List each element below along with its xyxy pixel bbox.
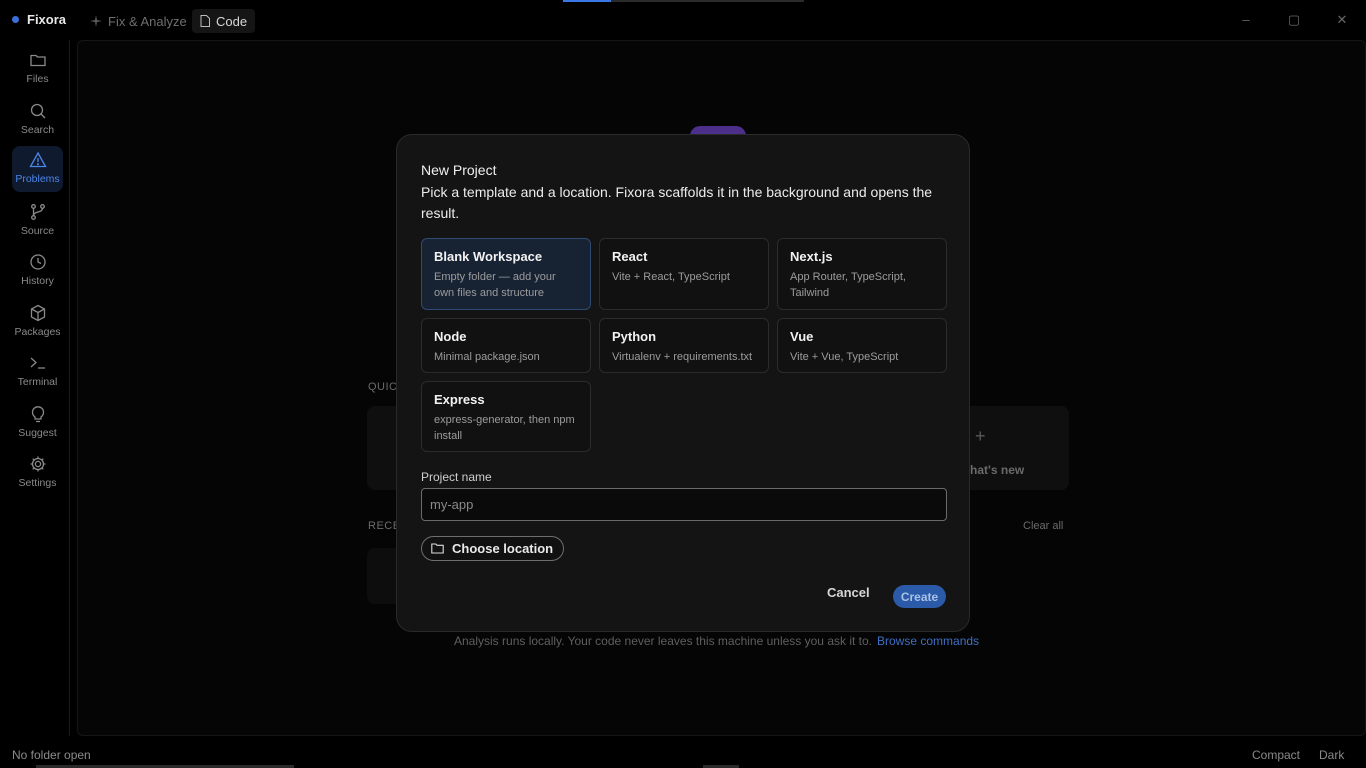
project-name-input[interactable] — [421, 488, 947, 521]
sidebar-item-label: History — [21, 275, 54, 287]
sidebar-item-files[interactable]: Files — [12, 46, 63, 92]
file-icon — [200, 15, 210, 27]
minimize-button[interactable]: – — [1236, 10, 1256, 30]
maximize-button[interactable]: ▢ — [1284, 10, 1304, 30]
sidebar-item-label: Terminal — [17, 376, 58, 388]
template-blank-workspace[interactable]: Blank Workspace Empty folder — add your … — [421, 238, 591, 310]
sidebar-item-label: Source — [20, 225, 55, 237]
template-python[interactable]: Python Virtualenv + requirements.txt — [599, 318, 769, 373]
sidebar-item-source[interactable]: Source — [12, 198, 63, 244]
create-button[interactable]: Create — [893, 585, 946, 608]
compact-toggle[interactable]: Compact — [1252, 748, 1300, 762]
template-node[interactable]: Node Minimal package.json — [421, 318, 591, 373]
template-desc: Virtualenv + requirements.txt — [612, 351, 753, 363]
sidebar-item-history[interactable]: History — [12, 248, 63, 294]
template-desc: Minimal package.json — [434, 351, 540, 363]
template-express[interactable]: Express express-generator, then npm inst… — [421, 381, 591, 452]
template-desc: Empty folder — add your own files and st… — [434, 271, 556, 299]
git-branch-icon — [30, 204, 45, 220]
project-name-label: Project name — [421, 470, 492, 484]
browse-commands-link[interactable]: Browse commands — [877, 634, 979, 648]
template-vue[interactable]: Vue Vite + Vue, TypeScript — [777, 318, 947, 373]
folder-icon — [29, 54, 46, 67]
sidebar-item-label: Problems — [15, 173, 60, 185]
template-desc: express-generator, then npm install — [434, 414, 575, 442]
sidebar-item-problems[interactable]: Problems — [12, 146, 63, 192]
template-nextjs[interactable]: Next.js App Router, TypeScript, Tailwind — [777, 238, 947, 310]
template-react[interactable]: React Vite + React, TypeScript — [599, 238, 769, 310]
clock-icon — [29, 254, 46, 270]
dialog-description: Pick a template and a location. Fixora s… — [421, 184, 933, 221]
template-desc: Vite + Vue, TypeScript — [790, 351, 899, 363]
choose-location-button[interactable]: Choose location — [421, 536, 565, 561]
dialog-title: New Project — [421, 162, 497, 178]
whats-new-label: hat's new — [970, 463, 1025, 477]
template-desc: App Router, TypeScript, Tailwind — [790, 271, 906, 299]
template-name: Python — [612, 329, 657, 344]
template-name: Express — [434, 392, 485, 407]
sidebar-item-suggest[interactable]: Suggest — [12, 400, 63, 446]
sidebar-item-search[interactable]: Search — [12, 97, 63, 143]
choose-location-label: Choose location — [452, 541, 554, 556]
warning-icon — [28, 151, 47, 168]
tab-code-label: Code — [216, 13, 248, 29]
cancel-button[interactable]: Cancel — [827, 585, 870, 600]
theme-toggle[interactable]: Dark — [1319, 748, 1344, 762]
template-name: Blank Workspace — [434, 249, 543, 264]
app-name: Fixora — [27, 12, 67, 27]
tab-fix-analyze-label: Fix & Analyze — [108, 13, 187, 29]
search-icon — [30, 103, 45, 119]
new-project-dialog: New Project Pick a template and a locati… — [396, 134, 970, 632]
sidebar-item-label: Settings — [18, 477, 57, 489]
tab-fix-analyze[interactable]: Fix & Analyze — [82, 9, 195, 33]
package-icon — [30, 304, 45, 322]
footer-note: Analysis runs locally. Your code never l… — [454, 634, 872, 648]
whats-new-card[interactable] — [958, 406, 1069, 490]
sidebar: Files Search Problems Source History Pac… — [0, 40, 70, 736]
template-name: Vue — [790, 329, 814, 344]
clear-all-link[interactable]: Clear all — [1023, 520, 1063, 532]
gear-icon — [30, 456, 45, 472]
sparkle-icon — [90, 15, 102, 27]
title-bar: Fixora Fix & Analyze Code – ▢ ✕ — [0, 0, 1366, 40]
folder-icon — [431, 543, 444, 554]
brand-dot-icon — [12, 16, 19, 23]
sidebar-item-label: Suggest — [18, 427, 57, 439]
sidebar-item-settings[interactable]: Settings — [12, 450, 63, 496]
template-name: React — [612, 249, 648, 264]
sidebar-item-label: Packages — [14, 326, 61, 338]
sidebar-item-packages[interactable]: Packages — [12, 299, 63, 345]
template-name: Node — [434, 329, 467, 344]
sidebar-item-terminal[interactable]: Terminal — [12, 349, 63, 395]
app-brand: Fixora — [12, 12, 66, 27]
lightbulb-icon — [31, 406, 44, 423]
folder-status: No folder open — [12, 748, 91, 762]
sidebar-item-label: Files — [26, 73, 49, 85]
sidebar-item-label: Search — [20, 124, 55, 136]
tab-code[interactable]: Code — [192, 9, 256, 33]
template-desc: Vite + React, TypeScript — [612, 271, 730, 283]
template-name: Next.js — [790, 249, 833, 264]
terminal-icon — [30, 357, 45, 369]
close-window-button[interactable]: ✕ — [1332, 10, 1352, 30]
progress-fill — [563, 0, 611, 2]
plus-icon: + — [975, 426, 986, 446]
